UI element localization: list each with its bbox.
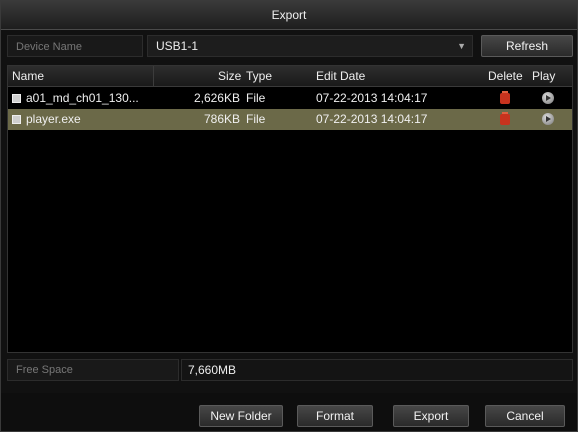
free-space-row: Free Space 7,660MB <box>7 359 573 381</box>
export-dialog: Export Device Name USB1-1 ▼ Refresh Name… <box>0 0 578 432</box>
file-size: 2,626KB <box>193 91 240 105</box>
free-space-value: 7,660MB <box>181 359 573 381</box>
file-table: Name Size Type Edit Date Delete Play a01… <box>7 65 573 353</box>
file-type: File <box>246 91 266 105</box>
table-row[interactable]: player.exe 786KB File 07-22-2013 14:04:1… <box>8 109 572 130</box>
device-name-value: USB1-1 <box>156 39 199 53</box>
file-icon <box>12 94 21 103</box>
play-icon[interactable] <box>542 113 554 125</box>
column-header-delete: Delete <box>488 69 523 83</box>
free-space-label: Free Space <box>7 359 179 381</box>
device-name-label: Device Name <box>7 35 143 57</box>
dialog-footer: New Folder Format Export Cancel <box>1 393 577 431</box>
file-name: a01_md_ch01_130... <box>26 91 139 105</box>
dialog-title: Export <box>1 1 577 30</box>
new-folder-button[interactable]: New Folder <box>199 405 283 427</box>
file-edit-date: 07-22-2013 14:04:17 <box>316 91 428 105</box>
column-header-size[interactable]: Size <box>218 66 241 86</box>
cancel-button[interactable]: Cancel <box>485 405 565 427</box>
play-icon[interactable] <box>542 92 554 104</box>
table-row[interactable]: a01_md_ch01_130... 2,626KB File 07-22-20… <box>8 88 572 109</box>
column-header-play: Play <box>532 69 556 83</box>
chevron-down-icon: ▼ <box>457 41 466 51</box>
device-row: Device Name USB1-1 ▼ Refresh <box>7 35 573 59</box>
file-name: player.exe <box>26 112 81 126</box>
file-edit-date: 07-22-2013 14:04:17 <box>316 112 428 126</box>
format-button[interactable]: Format <box>297 405 373 427</box>
trash-icon[interactable] <box>500 112 510 125</box>
column-header-edit-date[interactable]: Edit Date <box>316 66 365 86</box>
table-header: Name Size Type Edit Date Delete Play <box>8 66 572 87</box>
refresh-button[interactable]: Refresh <box>481 35 573 57</box>
column-header-type[interactable]: Type <box>246 66 272 86</box>
export-button[interactable]: Export <box>393 405 469 427</box>
file-size: 786KB <box>203 112 240 126</box>
column-header-name[interactable]: Name <box>8 66 154 86</box>
trash-icon[interactable] <box>500 91 510 104</box>
device-name-select[interactable]: USB1-1 ▼ <box>147 35 473 57</box>
file-icon <box>12 115 21 124</box>
file-type: File <box>246 112 266 126</box>
